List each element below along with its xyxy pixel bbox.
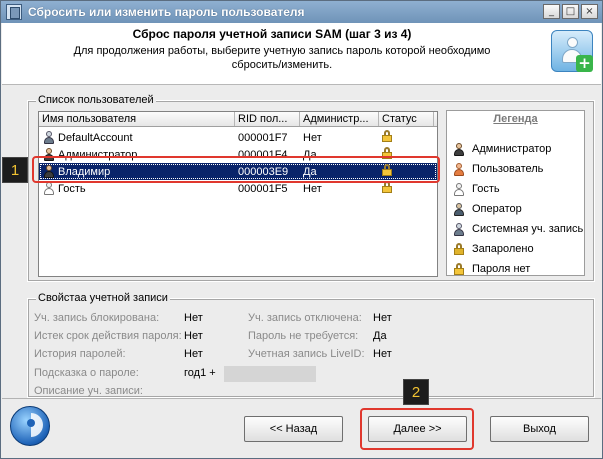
maximize-button[interactable]: □	[562, 4, 579, 19]
guest-icon	[453, 182, 465, 196]
user-name: DefaultAccount	[58, 131, 133, 144]
legend-label: Пользователь	[472, 163, 544, 175]
prop-hint-label: Подсказка о пароле:	[34, 367, 139, 379]
step-marker-2: 2	[403, 379, 429, 405]
prop-notrequired-label: Пароль не требуется:	[248, 330, 359, 342]
step-description-line1: Для продолжения работы, выберите учетную…	[73, 45, 491, 57]
reset-password-window: Сбросить или изменить пароль пользовател…	[0, 0, 603, 459]
users-group-label: Список пользователей	[36, 94, 156, 106]
user-rid: 000001F5	[238, 182, 288, 195]
legend-item-locked: Запаролено	[453, 242, 534, 256]
column-user-name[interactable]: Имя пользователя	[39, 112, 235, 126]
step-marker-1: 1	[2, 157, 28, 183]
title-bar[interactable]: Сбросить или изменить пароль пользовател…	[1, 1, 602, 23]
prop-hint-value: год1 +	[184, 367, 216, 379]
minimize-button[interactable]: _	[543, 4, 560, 19]
lock-unlocked-icon	[381, 130, 393, 142]
back-button[interactable]: << Назад	[244, 416, 343, 442]
step-description-line2: сбросить/изменить.	[231, 59, 333, 71]
redacted-hint	[224, 366, 316, 382]
prop-expired-label: Истек срок действия пароля:	[34, 330, 182, 342]
users-list-header: Имя пользователя RID пол... Администр...…	[39, 112, 437, 127]
user-icon	[453, 162, 465, 176]
prop-liveid-label: Учетная запись LiveID:	[248, 348, 365, 360]
prop-disabled-label: Уч. запись отключена:	[248, 312, 362, 324]
legend-item-administrator: Администратор	[453, 142, 551, 156]
guest-icon	[43, 182, 55, 195]
step-title: Сброс пароля учетной записи SAM (шаг 3 и…	[132, 27, 412, 41]
legend-label: Запаролено	[472, 243, 534, 255]
window-title: Сбросить или изменить пароль пользовател…	[28, 5, 305, 19]
prop-notrequired-value: Да	[373, 330, 387, 342]
legend-panel: Легенда Администратор Пользователь Гость…	[446, 110, 585, 276]
prop-description-label: Описание уч. записи:	[34, 385, 143, 397]
next-button-highlight	[360, 408, 474, 450]
step-description: Для продолжения работы, выберите учетную…	[52, 44, 512, 72]
selection-highlight	[32, 156, 440, 183]
column-status[interactable]: Статус	[379, 112, 434, 126]
legend-label: Оператор	[472, 203, 522, 215]
wizard-footer: << Назад Далее >> Выход	[2, 398, 601, 458]
user-admin: Нет	[303, 182, 322, 195]
column-admin[interactable]: Администр...	[300, 112, 379, 126]
exit-button[interactable]: Выход	[490, 416, 589, 442]
user-row-defaultaccount[interactable]: DefaultAccount 000001F7 Нет	[39, 129, 437, 146]
legend-title: Легенда	[493, 113, 538, 125]
lock-locked-icon	[453, 243, 465, 255]
user-admin: Нет	[303, 131, 322, 144]
operator-icon	[453, 202, 465, 216]
legend-item-no-password: Пароля нет	[453, 262, 530, 276]
column-rid[interactable]: RID пол...	[235, 112, 300, 126]
user-rid: 000001F7	[238, 131, 288, 144]
prop-history-value: Нет	[184, 348, 203, 360]
wizard-header: Сброс пароля учетной записи SAM (шаг 3 и…	[2, 23, 601, 85]
lock-unlocked-icon	[453, 263, 465, 275]
legend-label: Администратор	[472, 143, 552, 155]
app-logo-icon	[10, 406, 50, 446]
user-name: Гость	[58, 182, 86, 195]
legend-item-operator: Оператор	[453, 202, 522, 216]
legend-item-user: Пользователь	[453, 162, 543, 176]
users-list[interactable]: Имя пользователя RID пол... Администр...…	[38, 111, 438, 277]
system-user-icon	[453, 222, 465, 236]
close-button[interactable]: ×	[581, 4, 598, 19]
legend-item-system: Системная уч. запись	[453, 222, 583, 236]
system-user-icon	[43, 131, 55, 144]
prop-locked-label: Уч. запись блокирована:	[34, 312, 160, 324]
users-group: Список пользователей Имя пользователя RI…	[27, 94, 595, 282]
prop-history-label: История паролей:	[34, 348, 126, 360]
prop-expired-value: Нет	[184, 330, 203, 342]
prop-disabled-value: Нет	[373, 312, 392, 324]
prop-liveid-value: Нет	[373, 348, 392, 360]
window-controls: _ □ ×	[543, 4, 598, 19]
administrator-icon	[453, 142, 465, 156]
properties-group-label: Свойстаа учетной записи	[36, 292, 170, 304]
legend-label: Системная уч. запись	[472, 223, 584, 235]
add-user-icon: +	[551, 30, 593, 72]
prop-locked-value: Нет	[184, 312, 203, 324]
legend-label: Пароля нет	[472, 263, 531, 275]
app-icon	[6, 4, 22, 20]
legend-label: Гость	[472, 183, 500, 195]
legend-item-guest: Гость	[453, 182, 500, 196]
